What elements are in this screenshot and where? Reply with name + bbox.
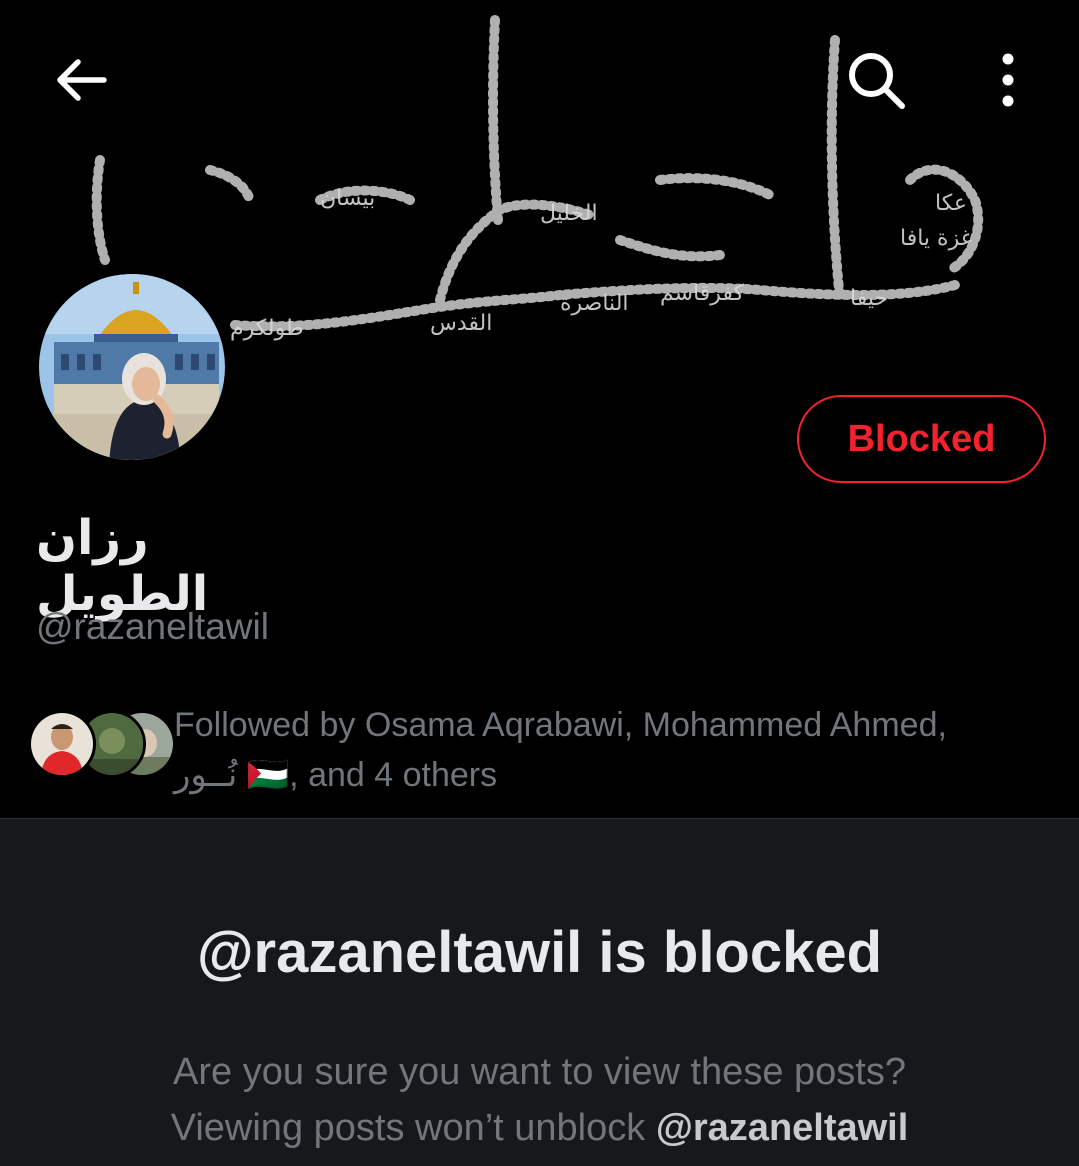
svg-text:القدس: القدس (430, 311, 492, 336)
followed-by-text: Followed by Osama Aqrabawi, Mohammed Ahm… (174, 700, 1054, 800)
profile-handle: @razaneltawil (36, 606, 269, 647)
back-button[interactable] (40, 45, 120, 115)
followed-by-name: نُــور (174, 756, 238, 794)
blocked-notice-title: @razaneltawil is blocked (196, 920, 883, 985)
svg-text:بيسان: بيسان (320, 186, 375, 211)
svg-text:غزة يافا: غزة يافا (900, 226, 972, 251)
svg-text:طولكرم: طولكرم (230, 316, 304, 341)
search-button[interactable] (838, 42, 914, 118)
blocked-handle-link[interactable]: @razaneltawil (656, 1107, 908, 1149)
blocked-notice-panel: @razaneltawil is blocked Are you sure yo… (0, 819, 1079, 1166)
blocked-notice-message: Are you sure you want to view these post… (0, 1044, 1079, 1156)
arrow-left-icon (57, 59, 107, 101)
svg-text:الناصرة: الناصرة (560, 291, 629, 316)
followed-by-section[interactable]: Followed by Osama Aqrabawi, Mohammed Ahm… (28, 700, 1058, 794)
palestine-flag-icon: 🇵🇸 (246, 756, 290, 794)
avatar-photo (39, 274, 225, 460)
blocked-notice-line2: Viewing posts won’t unblock (170, 1107, 656, 1149)
search-icon (849, 53, 905, 109)
svg-text:الخليل: الخليل (540, 201, 598, 226)
blocked-button[interactable]: Blocked (797, 395, 1046, 483)
more-vertical-icon (1002, 53, 1014, 107)
more-options-button[interactable] (978, 42, 1038, 118)
blocked-notice-line1: Are you sure you want to view these post… (173, 1051, 906, 1093)
svg-text:كفرقاسم: كفرقاسم (660, 281, 745, 306)
svg-text:حيفا: حيفا (850, 286, 888, 311)
profile-avatar[interactable] (35, 270, 229, 464)
followed-by-prefix: Followed by Osama Aqrabawi, Mohammed Ahm… (174, 706, 947, 744)
follower-avatar (28, 710, 96, 778)
svg-text:عكا: عكا (935, 191, 967, 216)
followed-by-suffix: , and 4 others (289, 756, 498, 794)
